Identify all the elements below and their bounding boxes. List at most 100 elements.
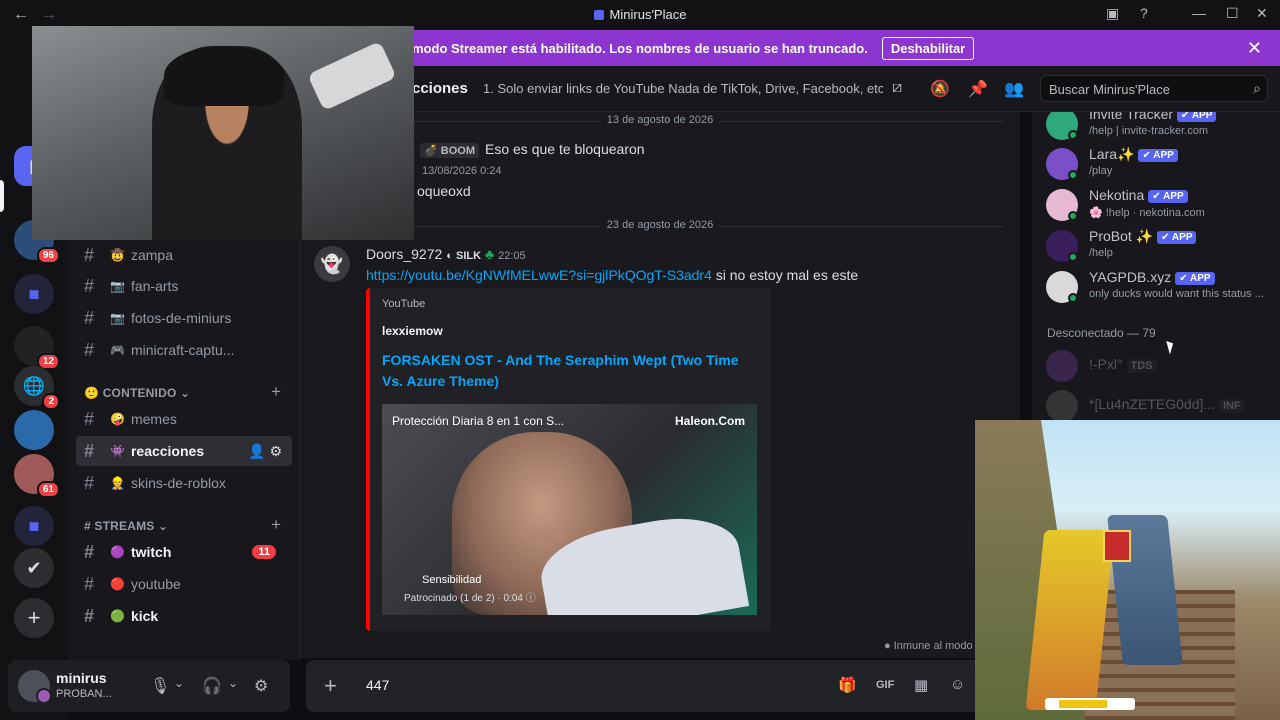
banner-text: modo Streamer está habilitado. Los nombr… — [412, 40, 868, 56]
member-nekotina[interactable]: Nekotina ✔ APP 🌸 !help · nekotina.com — [1046, 187, 1276, 227]
date-divider: 23 de agosto de 2026 — [316, 219, 1004, 231]
app-badge: ✔ APP — [1157, 231, 1197, 244]
sticker-icon[interactable]: ▦ — [914, 676, 928, 694]
threads-icon[interactable]: ⧄ — [892, 79, 902, 97]
user-panel: minirus PROBAN... 🎙 ⌄ 🎧 ⌄ ⚙ — [8, 660, 290, 712]
member-list-icon[interactable]: 👥 — [1004, 79, 1024, 99]
hashtag-icon: # — [84, 605, 95, 626]
webcam-overlay — [32, 26, 414, 240]
streamer-hair — [164, 46, 284, 106]
embed-author[interactable]: lexxiemow — [382, 324, 443, 338]
user-status: PROBAN... — [56, 688, 112, 700]
channel-topic[interactable]: 1. Solo enviar links de YouTube Nada de … — [483, 81, 883, 96]
pin-icon[interactable]: 📌 — [968, 79, 988, 99]
game-barrier — [1103, 530, 1131, 562]
game-powerup-bar — [1045, 698, 1135, 710]
member-invite-tracker[interactable]: Invite Tracker ✔ APP /help | invite-track… — [1046, 112, 1276, 146]
server-icon[interactable]: 61 — [14, 454, 60, 498]
forward-arrow-icon[interactable]: → — [38, 6, 60, 24]
member-yagpdb[interactable]: YAGPDB.xyz ✔ APP only ducks would want th… — [1046, 269, 1276, 309]
message[interactable]: 💣 BOOM Eso es que te bloquearon — [420, 141, 645, 158]
member-probot[interactable]: ProBot ✨ ✔ APP /help — [1046, 228, 1276, 268]
search-input[interactable]: Buscar Minirus'Place ⌕ — [1040, 75, 1268, 102]
member-offline[interactable]: *[Lu4nZETEG0dd]... INF — [1046, 388, 1276, 420]
message[interactable]: https://youtu.be/KgNWfMELwwE?si=gjlPkQOg… — [366, 267, 858, 283]
date-divider: 13 de agosto de 2026 — [316, 114, 1004, 126]
server-folder-icon[interactable]: ■ — [14, 274, 54, 314]
avatar — [1046, 390, 1078, 420]
help-icon[interactable]: ? — [1140, 5, 1148, 21]
hashtag-icon: # — [84, 573, 95, 594]
online-status-icon — [1068, 211, 1078, 221]
channel-minicraft[interactable]: # 🎮 minicraft-captu... — [76, 335, 292, 365]
channel-reacciones[interactable]: # 👾 reacciones 👤 ⚙ — [76, 436, 292, 466]
embed-title[interactable]: FORSAKEN OST - And The Seraphim Wept (Tw… — [382, 350, 742, 392]
message[interactable]: oqueoxd — [417, 183, 471, 199]
channel-settings-icon[interactable]: 👤 ⚙ — [248, 443, 282, 460]
role-tag: 💣 BOOM — [420, 143, 479, 158]
server-icon[interactable]: ✔ — [14, 548, 54, 588]
back-arrow-icon[interactable]: ← — [10, 6, 32, 24]
server-folder-icon[interactable]: ■ — [14, 506, 54, 546]
member-list: Invite Tracker ✔ APP /help | invite-track… — [1032, 112, 1280, 420]
add-channel-icon[interactable]: + — [271, 382, 281, 402]
member-offline[interactable]: !-Pxl° TDS — [1046, 348, 1276, 388]
channel-memes[interactable]: # 🤪 memes — [76, 404, 292, 434]
server-icon[interactable]: 12 — [14, 326, 60, 370]
role-tag: TDS — [1126, 359, 1157, 373]
category-contenido[interactable]: 🙂 CONTENIDO ⌄ — [84, 386, 190, 400]
badge-icon: ♣ — [485, 246, 495, 262]
ad-domain[interactable]: Haleon.Com — [675, 414, 745, 428]
gift-icon[interactable]: 🎁 — [838, 676, 857, 694]
message-link[interactable]: https://youtu.be/KgNWfMELwwE?si=gjlPkQOg… — [366, 267, 712, 283]
globe-icon[interactable]: 🌐 2 — [14, 366, 60, 410]
hashtag-icon: # — [84, 408, 95, 429]
add-server-icon[interactable]: + — [14, 598, 54, 638]
maximize-icon[interactable]: ☐ — [1226, 5, 1239, 22]
channel-kick[interactable]: # 🟢 kick — [76, 601, 292, 631]
channel-fotos-de-miniurs[interactable]: # 📷 fotos-de-miniurs — [76, 303, 292, 333]
microphone-icon[interactable]: 🎙 — [150, 676, 170, 696]
channel-zampa[interactable]: # 🤠 zampa — [76, 240, 292, 270]
app-badge: ✔ APP — [1177, 112, 1217, 122]
gear-icon[interactable]: ⚙ — [254, 676, 268, 696]
server-logo-icon — [593, 10, 604, 20]
notifications-off-icon[interactable]: 🔕 — [930, 79, 950, 99]
mention-badge: 2 — [42, 393, 60, 410]
gameplay-overlay — [975, 420, 1280, 720]
immune-notice: ● Inmune al modo — [884, 640, 973, 652]
channel-youtube[interactable]: # 🔴 youtube — [76, 569, 292, 599]
server-icon[interactable] — [14, 410, 54, 450]
channel-skins-de-roblox[interactable]: # 👷 skins-de-roblox — [76, 468, 292, 498]
inbox-icon[interactable]: ▣ — [1106, 5, 1119, 22]
close-icon[interactable]: ✕ — [1247, 38, 1262, 59]
channel-twitch[interactable]: # 🟣 twitch 11 — [76, 537, 292, 567]
video-player[interactable]: Protección Diaria 8 en 1 con S... Haleon… — [382, 404, 757, 615]
avatar — [1046, 350, 1078, 382]
message-composer[interactable]: + 447 🎁 GIF ▦ ☺ — [306, 660, 986, 712]
unread-count-badge: 11 — [252, 545, 276, 559]
close-window-icon[interactable]: ✕ — [1256, 5, 1268, 22]
hashtag-icon: # — [84, 541, 95, 562]
username[interactable]: minirus — [56, 670, 107, 686]
message-input[interactable]: 447 — [366, 677, 389, 693]
headphones-icon[interactable]: 🎧 — [202, 676, 222, 696]
microphone-figure — [307, 40, 397, 112]
minimize-icon[interactable]: — — [1192, 5, 1206, 21]
member-lara[interactable]: Lara✨ ✔ APP /play — [1046, 146, 1276, 186]
chevron-down-icon[interactable]: ⌄ — [228, 676, 238, 690]
attach-plus-icon[interactable]: + — [324, 673, 337, 699]
channel-header: cciones 1. Solo enviar links de YouTube … — [300, 66, 1280, 112]
hashtag-icon: # — [84, 472, 95, 493]
message-author[interactable]: Doors_9272 ◐ SILK ♣ 22:05 — [366, 246, 526, 262]
gif-icon[interactable]: GIF — [876, 679, 894, 691]
avatar[interactable]: 👻 — [314, 246, 350, 282]
disable-streamer-button[interactable]: Deshabilitar — [881, 36, 975, 60]
avatar[interactable] — [18, 670, 52, 704]
channel-fan-arts[interactable]: # 📷 fan-arts — [76, 271, 292, 301]
emoji-icon[interactable]: ☺ — [950, 676, 965, 693]
add-channel-icon[interactable]: + — [271, 515, 281, 535]
category-streams[interactable]: # STREAMS ⌄ — [84, 519, 168, 533]
chevron-down-icon[interactable]: ⌄ — [174, 676, 184, 690]
role-tag: ◐ SILK — [446, 250, 482, 262]
